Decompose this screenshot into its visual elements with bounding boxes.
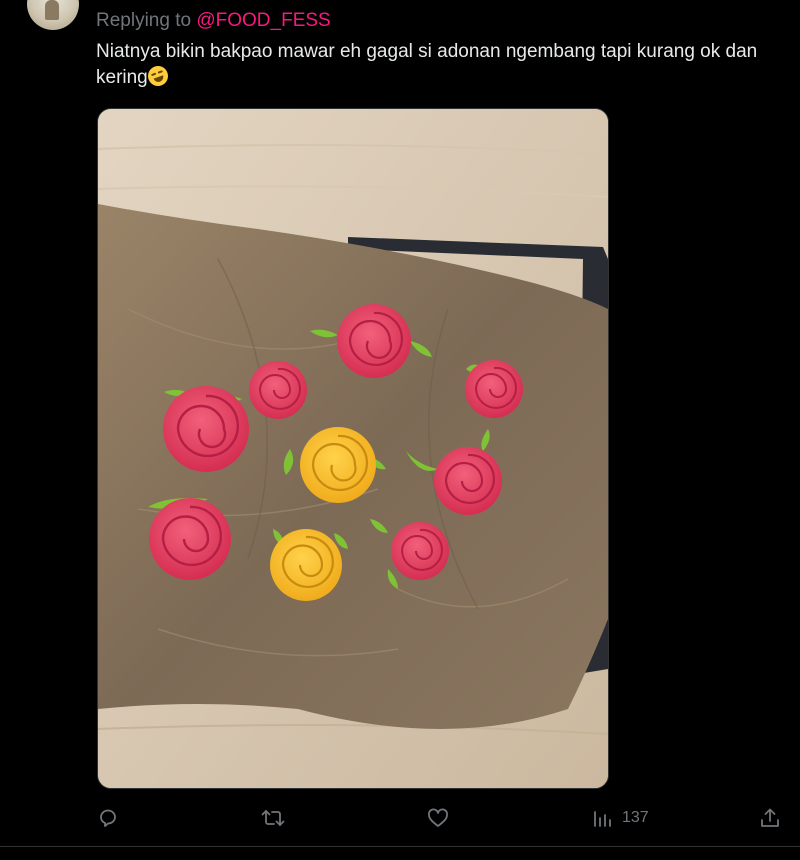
rose-bun-pink-7 <box>391 522 449 580</box>
rose-bun-pink-6 <box>149 498 231 580</box>
tweet-divider <box>0 846 800 847</box>
like-icon <box>428 808 448 827</box>
tweet-actions: 137 <box>96 806 786 830</box>
rose-bun-yellow-2 <box>270 529 342 601</box>
share-button[interactable] <box>758 806 782 830</box>
views-button[interactable]: 137 <box>592 806 649 830</box>
rolling-on-floor-laughing-emoji <box>144 63 171 89</box>
tweet-body: Niatnya bikin bakpao mawar eh gagal si a… <box>96 41 758 88</box>
rose-bun-pink-5 <box>434 447 502 515</box>
reply-icon <box>100 809 116 827</box>
avatar[interactable] <box>27 0 79 30</box>
avatar-figure <box>45 0 59 20</box>
tweet-text: Niatnya bikin bakpao mawar eh gagal si a… <box>96 39 786 91</box>
tweet-reply: Replying to @FOOD_FESS Niatnya bikin bak… <box>0 0 800 860</box>
rose-bun-pink-1 <box>337 304 411 378</box>
rose-bun-yellow-1 <box>300 427 376 503</box>
reply-button[interactable] <box>96 806 120 830</box>
views-count: 137 <box>622 809 649 826</box>
replying-to-label: Replying to <box>96 10 197 31</box>
replying-to-line: Replying to @FOOD_FESS <box>96 10 331 32</box>
rose-bun-pink-2 <box>249 361 307 419</box>
retweet-button[interactable] <box>260 806 286 830</box>
like-button[interactable] <box>426 806 450 830</box>
rose-bun-pink-4 <box>163 386 249 472</box>
replying-to-handle[interactable]: @FOOD_FESS <box>196 10 330 31</box>
retweet-icon <box>261 810 285 826</box>
share-icon <box>761 808 779 827</box>
tweet-photo[interactable] <box>97 108 609 789</box>
rose-bun-pink-3 <box>465 360 523 418</box>
photo-rose-buns <box>98 109 608 788</box>
views-icon <box>594 811 611 827</box>
